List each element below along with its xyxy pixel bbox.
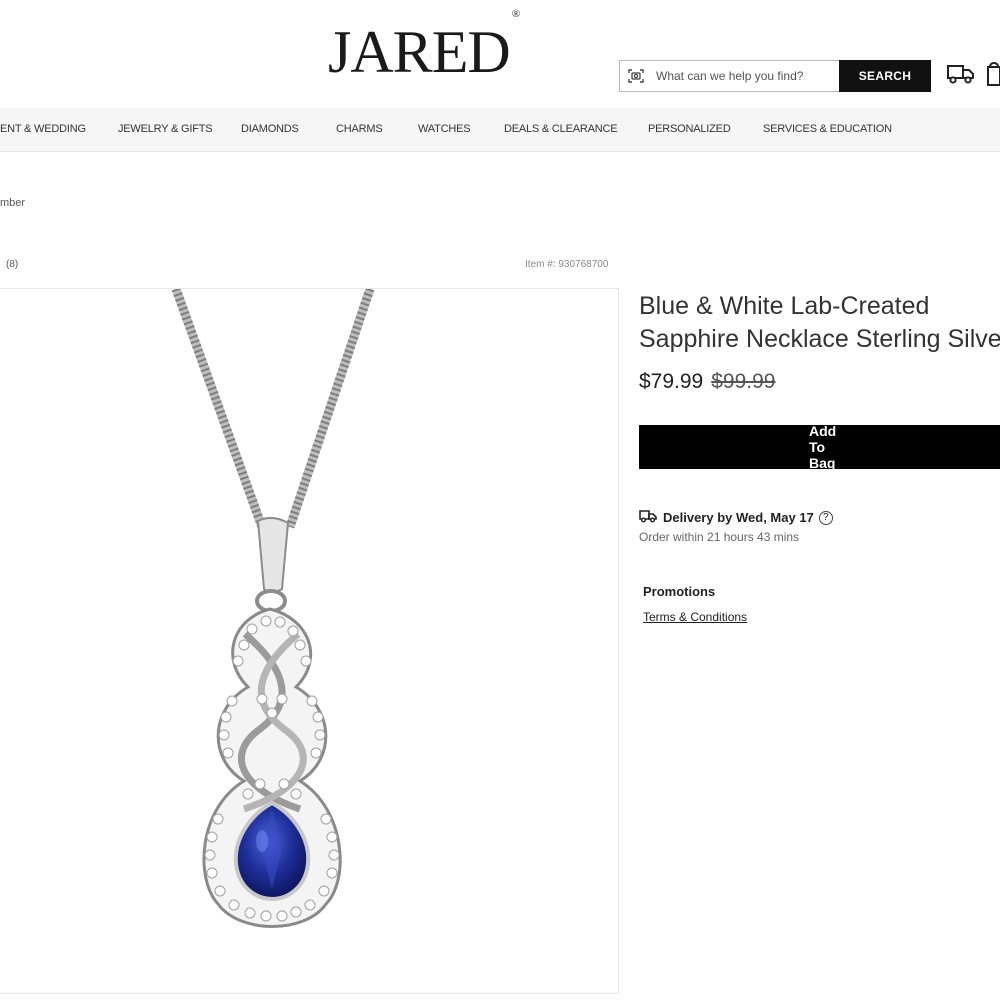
- delivery-date: Delivery by Wed, May 17: [663, 510, 814, 525]
- order-within: Order within 21 hours 43 mins: [639, 530, 800, 544]
- product-title: Blue & White Lab-Created Sapphire Neckla…: [639, 290, 1000, 356]
- product-title-line-2: Sapphire Necklace Sterling Silver: [639, 325, 1000, 353]
- item-number: Item #: 930768700: [525, 259, 609, 270]
- add-to-bag-button[interactable]: Add To Bag: [639, 423, 1000, 471]
- rating-count[interactable]: (8): [6, 259, 18, 270]
- camera-search-icon[interactable]: [620, 61, 652, 91]
- nav-item-engagement-wedding[interactable]: ENT & WEDDING: [0, 123, 86, 135]
- product-image[interactable]: [0, 288, 619, 994]
- necklace-illustration: [171, 289, 375, 928]
- add-to-bag-label: Add To Bag: [809, 423, 837, 471]
- registered-mark: ®: [511, 8, 520, 20]
- nav-item-jewelry-gifts[interactable]: JEWELRY & GIFTS: [118, 123, 213, 135]
- delivery-info: Delivery by Wed, May 17 ?: [639, 509, 833, 526]
- truck-icon[interactable]: [946, 60, 976, 93]
- main-nav: ENT & WEDDING JEWELRY & GIFTS DIAMONDS C…: [0, 108, 1000, 152]
- price-block: $79.99 $99.99: [639, 370, 775, 394]
- help-icon[interactable]: ?: [818, 510, 833, 525]
- terms-link[interactable]: Terms & Conditions: [643, 610, 747, 624]
- jared-logo[interactable]: JARED®: [328, 9, 520, 85]
- search-button[interactable]: SEARCH: [839, 60, 931, 92]
- nav-item-watches[interactable]: WATCHES: [418, 123, 471, 135]
- nav-item-deals-clearance[interactable]: DEALS & CLEARANCE: [504, 123, 618, 135]
- promotions-heading: Promotions: [643, 584, 716, 599]
- bag-icon[interactable]: [986, 60, 1000, 93]
- search-bar: SEARCH: [619, 60, 931, 92]
- product-title-line-1: Blue & White Lab-Created: [639, 292, 930, 320]
- search-input[interactable]: [652, 62, 839, 90]
- sale-price: $79.99: [639, 370, 704, 393]
- nav-item-services-education[interactable]: SERVICES & EDUCATION: [763, 123, 892, 135]
- truck-icon: [639, 509, 657, 526]
- logo-text: JARED: [328, 19, 511, 85]
- original-price: $99.99: [711, 370, 776, 393]
- nav-item-diamonds[interactable]: DIAMONDS: [241, 123, 299, 135]
- nav-item-charms[interactable]: CHARMS: [336, 123, 383, 135]
- breadcrumb[interactable]: mber: [0, 197, 25, 209]
- nav-item-personalized[interactable]: PERSONALIZED: [648, 123, 731, 135]
